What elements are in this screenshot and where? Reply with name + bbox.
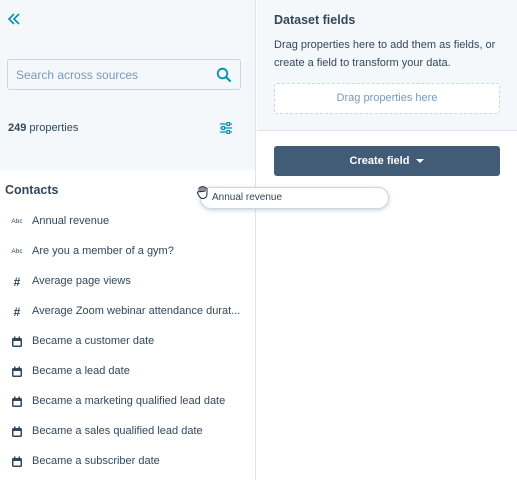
calendar-icon [12,426,22,437]
caret-down-icon [416,159,425,164]
property-item-annual-revenue[interactable]: Abc Annual revenue [0,207,255,237]
property-label: Became a marketing qualified lead date [32,395,226,407]
property-label: Became a sales qualified lead date [32,425,203,437]
property-label: Annual revenue [32,215,110,227]
calendar-icon [12,366,22,377]
calendar-icon [12,396,22,407]
number-type-icon: # [13,275,21,289]
sidebar-header: 249 properties [0,0,255,170]
calendar-icon [12,336,22,347]
section-title-contacts: Contacts [5,183,59,197]
properties-count-number: 249 [8,122,27,134]
property-item-average-page-views[interactable]: # Average page views [0,267,255,297]
property-item-lead-date[interactable]: Became a lead date [0,357,255,387]
double-chevron-left-icon [7,13,20,25]
property-item-subscriber-date[interactable]: Became a subscriber date [0,447,255,477]
create-field-label: Create field [349,155,410,167]
number-type-icon: # [13,305,21,319]
property-label: Average Zoom webinar attendance durat... [32,305,241,317]
property-item-zoom-attendance[interactable]: # Average Zoom webinar attendance durat.… [0,297,255,327]
calendar-icon [12,456,22,467]
text-type-icon: Abc [11,218,23,225]
properties-count-label: properties [29,122,79,134]
drop-zone[interactable]: Drag properties here [274,83,500,114]
properties-count: 249 properties [8,122,78,134]
text-type-icon: Abc [11,248,23,255]
property-label: Became a lead date [32,365,130,377]
search-input[interactable] [16,65,212,85]
filter-settings-icon[interactable] [219,122,233,134]
property-item-customer-date[interactable]: Became a customer date [0,327,255,357]
dataset-fields-panel: Dataset fields Drag properties here to a… [257,0,517,480]
property-list: Abc Annual revenue Abc Are you a member … [0,207,255,477]
property-label: Became a subscriber date [32,455,160,467]
create-field-button[interactable]: Create field [274,146,500,176]
search-box [7,59,241,90]
property-item-gym-member[interactable]: Abc Are you a member of a gym? [0,237,255,267]
panel-title: Dataset fields [274,13,356,27]
search-icon[interactable] [216,67,232,83]
property-item-mql-date[interactable]: Became a marketing qualified lead date [0,387,255,417]
property-label: Are you a member of a gym? [32,245,174,257]
property-sidebar: 249 properties Contacts Abc Annual reven… [0,0,256,480]
property-label: Average page views [32,275,131,287]
panel-description: Drag properties here to add them as fiel… [274,39,496,69]
property-label: Became a customer date [32,335,155,347]
drag-preview-chip[interactable]: Annual revenue [200,187,389,209]
collapse-sidebar-button[interactable] [7,9,25,29]
property-item-sql-date[interactable]: Became a sales qualified lead date [0,417,255,447]
dataset-fields-header: Dataset fields Drag properties here to a… [257,0,517,131]
grab-cursor-icon [196,186,208,200]
